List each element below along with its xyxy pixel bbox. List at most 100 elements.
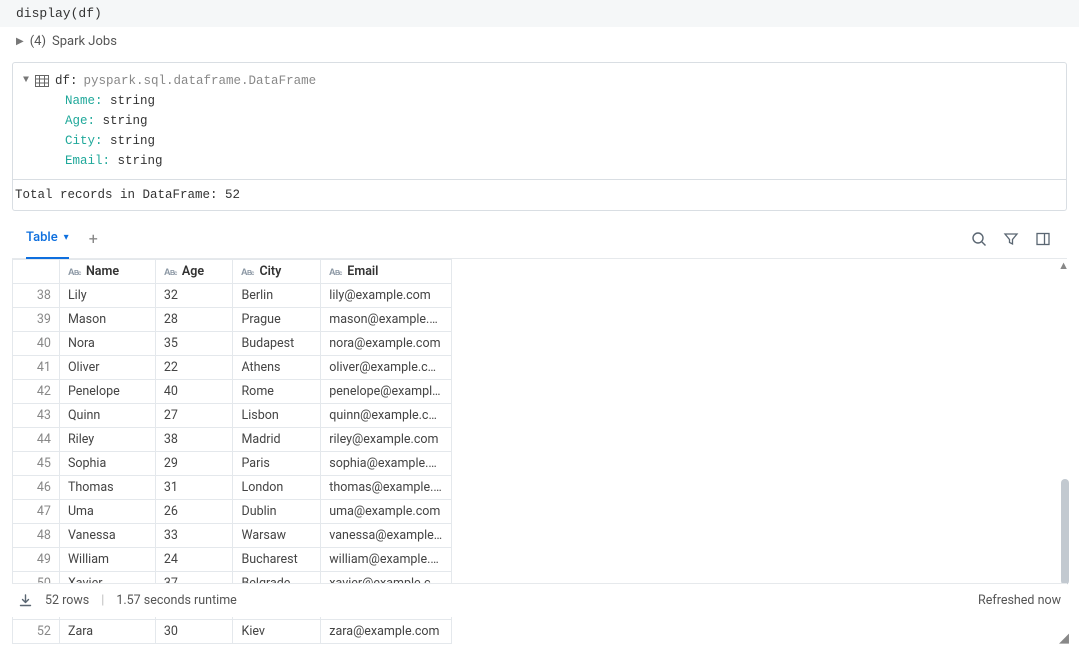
string-type-icon: ABc	[164, 266, 178, 277]
schema-type: pyspark.sql.dataframe.DataFrame	[84, 71, 317, 91]
cell-name: Mason	[59, 308, 155, 332]
field-name: Email:	[65, 154, 110, 168]
cell-name: Quinn	[59, 404, 155, 428]
cell-email: sophia@example.com	[321, 452, 452, 476]
search-icon[interactable]	[969, 229, 989, 249]
tab-table[interactable]: Table ▾	[26, 219, 69, 259]
cell-age: 22	[155, 356, 233, 380]
cell-city: Paris	[233, 452, 321, 476]
schema-header[interactable]: ▼ df: pyspark.sql.dataframe.DataFrame	[23, 71, 1056, 91]
cell-city: Kiev	[233, 620, 321, 644]
table-row[interactable]: 38Lily32Berlinlily@example.com	[13, 284, 452, 308]
cell-name: Zara	[59, 620, 155, 644]
table-row[interactable]: 44Riley38Madridriley@example.com	[13, 428, 452, 452]
row-number: 40	[13, 332, 60, 356]
cell-city: Madrid	[233, 428, 321, 452]
cell-email: penelope@example.co...	[321, 380, 452, 404]
table-row[interactable]: 43Quinn27Lisbonquinn@example.com	[13, 404, 452, 428]
scrollbar-thumb[interactable]	[1061, 479, 1069, 585]
column-label: Age	[182, 264, 204, 279]
cell-email: quinn@example.com	[321, 404, 452, 428]
cell-name: Uma	[59, 500, 155, 524]
cell-city: Budapest	[233, 332, 321, 356]
add-tab-button[interactable]: +	[83, 229, 104, 248]
cell-name: Oliver	[59, 356, 155, 380]
row-number: 48	[13, 524, 60, 548]
separator: |	[101, 593, 104, 608]
table-row[interactable]: 52Zara30Kievzara@example.com	[13, 620, 452, 644]
field-name: City:	[65, 134, 103, 148]
resize-handle-icon[interactable]: ◢	[1059, 631, 1069, 646]
svg-text:c: c	[174, 271, 178, 277]
row-number: 52	[13, 620, 60, 644]
table-row[interactable]: 39Mason28Praguemason@example.com	[13, 308, 452, 332]
table-row[interactable]: 46Thomas31Londonthomas@example.com	[13, 476, 452, 500]
tabs-bar: Table ▾ +	[12, 219, 1067, 259]
total-records: Total records in DataFrame: 52	[12, 180, 1067, 211]
cell-name: Sophia	[59, 452, 155, 476]
row-number: 44	[13, 428, 60, 452]
schema-fields: Name: string Age: string City: string Em…	[23, 91, 1056, 171]
code-var: df	[78, 6, 94, 21]
string-type-icon: ABc	[68, 266, 82, 277]
tab-label: Table	[26, 230, 58, 245]
spark-jobs-row[interactable]: ▶ (4) Spark Jobs	[0, 27, 1079, 56]
footer-rows: 52 rows	[45, 593, 89, 608]
rownum-header	[13, 260, 60, 284]
field-type: string	[110, 134, 155, 148]
row-number: 38	[13, 284, 60, 308]
table-row[interactable]: 42Penelope40Romepenelope@example.co...	[13, 380, 452, 404]
cell-city: Prague	[233, 308, 321, 332]
cell-age: 28	[155, 308, 233, 332]
row-number: 47	[13, 500, 60, 524]
cell-age: 32	[155, 284, 233, 308]
cell-city: Warsaw	[233, 524, 321, 548]
chevron-down-icon: ▾	[64, 232, 69, 243]
scroll-up-icon[interactable]: ▲	[1058, 259, 1069, 272]
cell-email: mason@example.com	[321, 308, 452, 332]
cell-email: oliver@example.com	[321, 356, 452, 380]
row-number: 43	[13, 404, 60, 428]
table-row[interactable]: 45Sophia29Parissophia@example.com	[13, 452, 452, 476]
cell-age: 24	[155, 548, 233, 572]
column-header-name[interactable]: ABc Name	[59, 260, 155, 284]
spark-jobs-count: (4)	[30, 34, 46, 49]
svg-text:c: c	[339, 271, 343, 277]
code-cell: display(df)	[0, 0, 1079, 27]
column-header-email[interactable]: ABcEmail	[321, 260, 452, 284]
cell-email: nora@example.com	[321, 332, 452, 356]
filter-icon[interactable]	[1001, 229, 1021, 249]
cell-age: 35	[155, 332, 233, 356]
field-name: Name:	[65, 94, 103, 108]
cell-email: thomas@example.com	[321, 476, 452, 500]
row-number: 41	[13, 356, 60, 380]
cell-age: 33	[155, 524, 233, 548]
cell-city: Lisbon	[233, 404, 321, 428]
row-number: 49	[13, 548, 60, 572]
code-fn: display	[16, 6, 71, 21]
table-row[interactable]: 41Oliver22Athensoliver@example.com	[13, 356, 452, 380]
table-row[interactable]: 49William24Bucharestwilliam@example.com	[13, 548, 452, 572]
column-header-age[interactable]: ABc Age	[155, 260, 233, 284]
column-label: Name	[86, 264, 119, 279]
table-row[interactable]: 47Uma26Dublinuma@example.com	[13, 500, 452, 524]
cell-name: Thomas	[59, 476, 155, 500]
cell-email: vanessa@example.com	[321, 524, 452, 548]
chevron-right-icon: ▶	[16, 36, 24, 47]
string-type-icon: ABc	[241, 266, 255, 277]
schema-var: df:	[55, 71, 78, 91]
string-type-icon: ABc	[329, 266, 343, 277]
cell-age: 38	[155, 428, 233, 452]
table-row[interactable]: 40Nora35Budapestnora@example.com	[13, 332, 452, 356]
download-icon[interactable]	[18, 593, 33, 608]
cell-age: 30	[155, 620, 233, 644]
cell-city: Berlin	[233, 284, 321, 308]
cell-age: 31	[155, 476, 233, 500]
table-row[interactable]: 48Vanessa33Warsawvanessa@example.com	[13, 524, 452, 548]
cell-email: uma@example.com	[321, 500, 452, 524]
cell-city: Rome	[233, 380, 321, 404]
column-header-city[interactable]: ABc City	[233, 260, 321, 284]
row-number: 46	[13, 476, 60, 500]
column-label: City	[259, 264, 281, 279]
panel-icon[interactable]	[1033, 229, 1053, 249]
